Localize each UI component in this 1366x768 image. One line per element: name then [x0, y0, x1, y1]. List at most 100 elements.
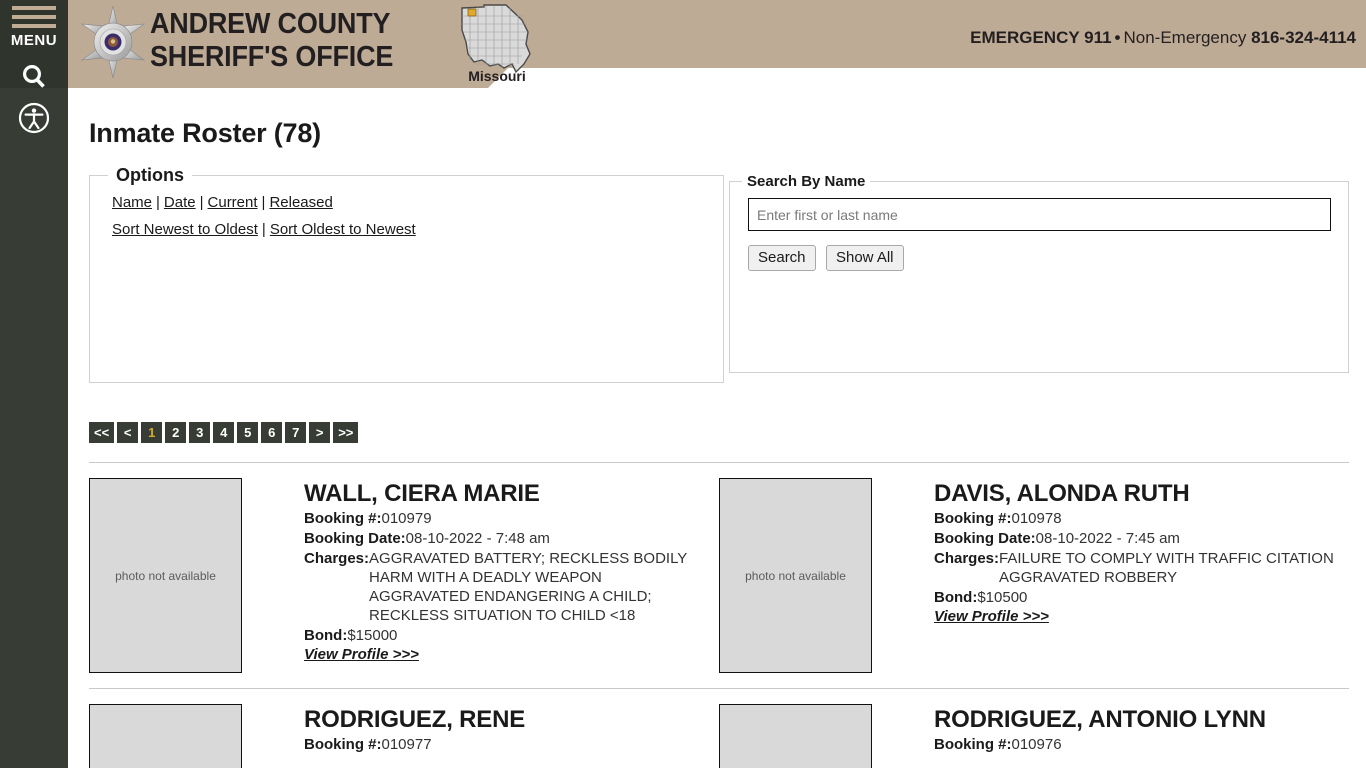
emergency-separator: • [1114, 28, 1121, 47]
booking-date-label: Booking Date: [304, 530, 406, 547]
inmate-booking-number: Booking #:010977 [304, 735, 525, 754]
page-next-button[interactable]: > [309, 422, 331, 443]
booking-number-value: 010979 [381, 510, 432, 527]
view-profile-link[interactable]: View Profile >>> [934, 608, 1049, 625]
booking-date-label: Booking Date: [934, 530, 1036, 547]
state-label: Missouri [468, 68, 526, 84]
emergency-911-label: EMERGENCY 911 [970, 28, 1112, 47]
inmate-charges: Charges: FAILURE TO COMPLY WITH TRAFFIC … [934, 549, 1334, 587]
options-panel: Options Name | Date | Current | Released Sort … [89, 165, 724, 383]
charges-values: FAILURE TO COMPLY WITH TRAFFIC CITATION … [999, 549, 1334, 587]
inmate-photo-placeholder: photo not available [719, 478, 872, 673]
charge-line: RECKLESS SITUATION TO CHILD <18 [369, 607, 636, 624]
booking-number-label: Booking #: [934, 510, 1012, 527]
accessibility-button[interactable] [0, 102, 68, 139]
inmate-info: RODRIGUEZ, ANTONIO LYNN Booking #:010976 [872, 704, 1266, 768]
page-first-button[interactable]: << [89, 422, 115, 443]
title-line-1: ANDREW COUNTY [150, 8, 391, 40]
page-button-7[interactable]: 7 [285, 422, 307, 443]
inmate-bond: Bond:$15000 [304, 626, 687, 645]
sheriff-badge-icon [80, 5, 146, 79]
inmate-booking-date: Booking Date:08-10-2022 - 7:48 am [304, 529, 687, 548]
bond-value: $10500 [977, 589, 1028, 606]
accessibility-icon [18, 102, 50, 134]
sort-newest-to-oldest-link[interactable]: Sort Newest to Oldest [112, 221, 258, 238]
bond-value: $15000 [347, 627, 398, 644]
search-button[interactable]: Search [748, 245, 816, 271]
sort-oldest-to-newest-link[interactable]: Sort Oldest to Newest [270, 221, 416, 238]
site-header: ANDREW COUNTY SHERIFF'S OFFICE Missouri … [68, 0, 1366, 88]
charge-line: HARM WITH A DEADLY WEAPON [369, 569, 602, 586]
page-button-4[interactable]: 4 [213, 422, 235, 443]
inmate-booking-date: Booking Date:08-10-2022 - 7:45 am [934, 529, 1334, 548]
inmate-booking-number: Booking #:010979 [304, 509, 687, 528]
bond-label: Bond: [304, 627, 348, 644]
hamburger-bar-2 [12, 15, 56, 19]
inmate-name: DAVIS, ALONDA RUTH [934, 480, 1190, 507]
inmate-photo-placeholder [719, 704, 872, 768]
search-legend: Search By Name [747, 173, 866, 190]
inmate-photo-placeholder: photo not available [89, 478, 242, 673]
inmate-info: DAVIS, ALONDA RUTH Booking #:010978 Book… [872, 478, 1334, 673]
search-buttons: Search Show All [748, 245, 1348, 271]
charges-label: Charges: [934, 550, 1000, 567]
charge-line: AGGRAVATED ROBBERY [999, 569, 1178, 586]
menu-label: MENU [10, 32, 58, 49]
filter-link-date[interactable]: Date [164, 194, 196, 211]
separator-3: | [261, 194, 266, 211]
filter-link-released[interactable]: Released [269, 194, 332, 211]
booking-number-label: Booking #: [304, 510, 382, 527]
charge-line: AGGRAVATED BATTERY; RECKLESS BODILY [369, 550, 688, 567]
sidebar-search-button[interactable] [0, 62, 68, 97]
non-emergency-label: Non-Emergency [1123, 28, 1247, 47]
inmate-charges: Charges: AGGRAVATED BATTERY; RECKLESS BO… [304, 549, 687, 625]
page-button-6[interactable]: 6 [261, 422, 283, 443]
roster-row: RODRIGUEZ, RENE Booking #:010977 RODRIGU… [89, 688, 1349, 768]
inmate-name: RODRIGUEZ, ANTONIO LYNN [934, 706, 1266, 733]
photo-placeholder-text: photo not available [115, 568, 216, 583]
left-sidebar: MENU [0, 0, 68, 768]
page-prev-button[interactable]: < [117, 422, 139, 443]
page-button-2[interactable]: 2 [165, 422, 187, 443]
booking-number-label: Booking #: [934, 736, 1012, 753]
options-legend: Options [116, 165, 184, 185]
booking-number-value: 010978 [1011, 510, 1062, 527]
inmate-bond: Bond:$10500 [934, 588, 1334, 607]
charge-line: FAILURE TO COMPLY WITH TRAFFIC CITATION [999, 550, 1334, 567]
title-line-2: SHERIFF'S OFFICE [150, 41, 394, 73]
page-button-1[interactable]: 1 [141, 422, 163, 443]
controls-area: Options Name | Date | Current | Released Sort … [89, 165, 1349, 383]
pagination: << < 1 2 3 4 5 6 7 > >> [89, 422, 359, 443]
inmate-info: RODRIGUEZ, RENE Booking #:010977 [242, 704, 525, 768]
main-content: Inmate Roster (78) Options Name | Date | Cur… [68, 88, 1366, 768]
booking-number-label: Booking #: [304, 736, 382, 753]
inmate-card: photo not available DAVIS, ALONDA RUTH B… [719, 478, 1349, 673]
inmate-booking-number: Booking #:010978 [934, 509, 1334, 528]
inmate-card: RODRIGUEZ, RENE Booking #:010977 [89, 704, 719, 768]
separator-1: | [156, 194, 160, 211]
options-filter-links: Name | Date | Current | Released [90, 189, 723, 216]
inmate-info: WALL, CIERA MARIE Booking #:010979 Booki… [242, 478, 687, 673]
charges-values: AGGRAVATED BATTERY; RECKLESS BODILY HARM… [369, 549, 687, 625]
search-input[interactable] [748, 198, 1331, 231]
hamburger-menu-button[interactable]: MENU [0, 6, 68, 49]
inmate-card: RODRIGUEZ, ANTONIO LYNN Booking #:010976 [719, 704, 1349, 768]
page-button-3[interactable]: 3 [189, 422, 211, 443]
separator-2: | [199, 194, 204, 211]
photo-placeholder-text: photo not available [745, 568, 846, 583]
filter-link-name[interactable]: Name [112, 194, 152, 211]
page-button-5[interactable]: 5 [237, 422, 259, 443]
inmate-name: WALL, CIERA MARIE [304, 480, 540, 507]
filter-link-current[interactable]: Current [208, 194, 258, 211]
roster-row: photo not available WALL, CIERA MARIE Bo… [89, 462, 1349, 688]
separator-4: | [261, 221, 266, 238]
inmate-photo-placeholder [89, 704, 242, 768]
charge-line: AGGRAVATED ENDANGERING A CHILD; [369, 588, 652, 605]
view-profile-link[interactable]: View Profile >>> [304, 646, 419, 663]
show-all-button[interactable]: Show All [825, 245, 904, 271]
search-icon [22, 64, 45, 88]
page-title: Inmate Roster (78) [89, 118, 321, 148]
non-emergency-number[interactable]: 816-324-4114 [1251, 28, 1356, 47]
page-last-button[interactable]: >> [333, 422, 359, 443]
inmate-booking-number: Booking #:010976 [934, 735, 1266, 754]
